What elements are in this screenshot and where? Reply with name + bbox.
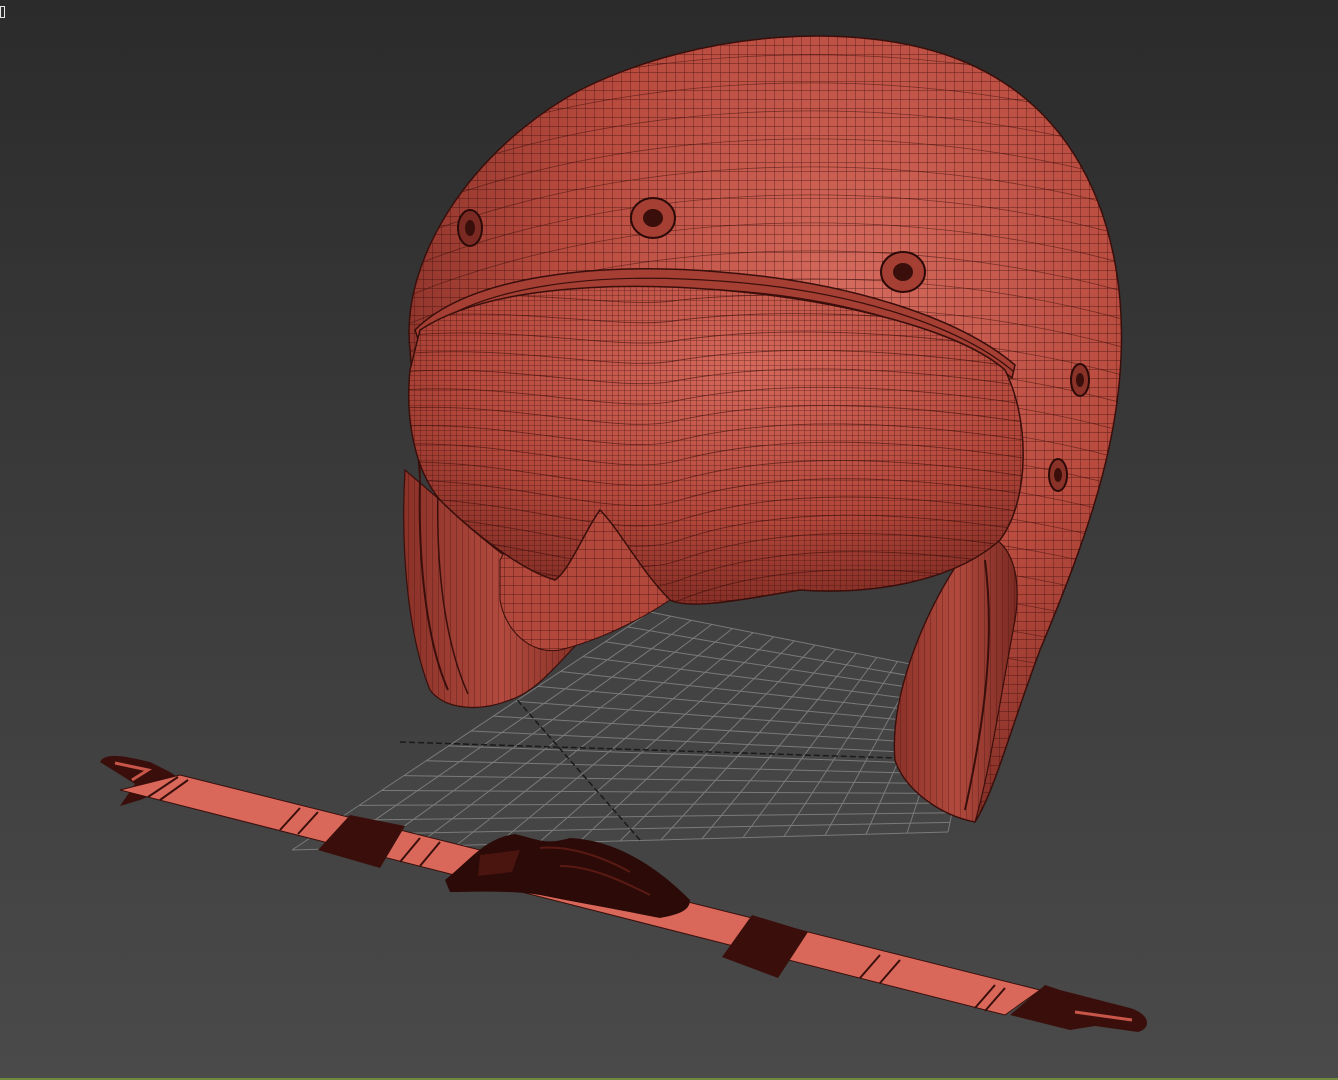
visor-snap-center-right[interactable] [880, 251, 926, 293]
side-snap-upper[interactable] [1070, 363, 1090, 397]
visor-snap-center-left[interactable] [630, 197, 676, 239]
side-snap-lower[interactable] [1048, 458, 1068, 492]
visor-snap-left[interactable] [457, 209, 483, 247]
scene-canvas[interactable] [0, 0, 1338, 1080]
strap-buckle[interactable] [445, 834, 690, 918]
perspective-viewport[interactable] [0, 0, 1338, 1080]
home-grid [291, 611, 981, 851]
